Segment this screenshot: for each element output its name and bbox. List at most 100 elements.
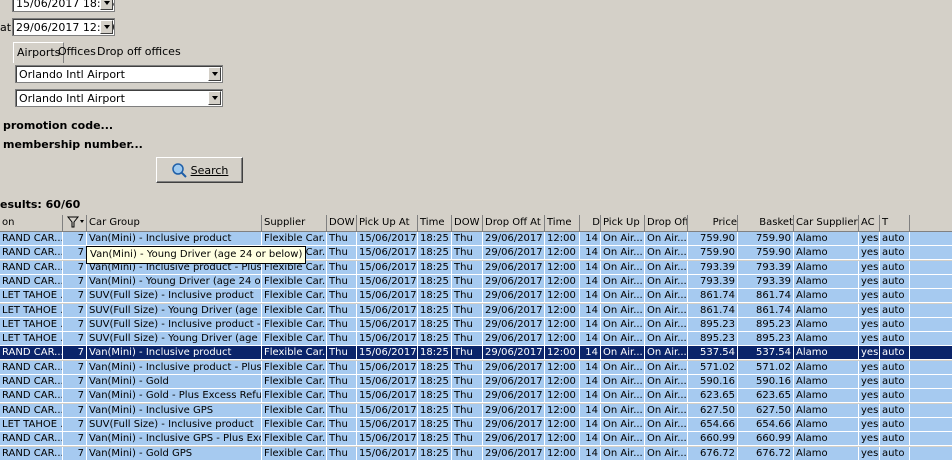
cell-col-pickup-time: 18:25 [418,332,452,346]
cell-col-transmission: auto [880,303,910,317]
table-row[interactable]: LET TAHOE ...7SUV(Full Size) - Young Dri… [0,303,952,318]
header-col-pickup-at[interactable]: Pick Up At [357,215,418,231]
header-col-car-group[interactable]: Car Group [87,215,262,231]
cell-col-ac: yes [861,274,880,288]
table-row[interactable]: RAND CAR... 7 Van(Mini) - Gold GPS Flexible… [0,446,952,461]
dropoff-datetime-field[interactable]: 29/06/2017 12:00 [12,18,115,36]
pickup-location-select[interactable]: Orlando Intl Airport [15,65,223,83]
table-row[interactable]: RAND CAR... 7 Van(Mini) - Inclusive GPS - … [0,432,952,447]
header-col-car-supplier[interactable]: Car Supplier [794,215,859,231]
cell-col-pickup-time: 18:25 [418,346,452,360]
pickup-datetime-field[interactable]: 15/06/2017 18:25 [12,0,115,12]
header-col-dropoff-time[interactable]: Time [545,215,580,231]
header-col-basket[interactable]: Basket [738,215,794,231]
cell-col-transmission: auto [880,274,910,288]
chevron-down-icon[interactable] [208,67,221,81]
cell-col-supplier: Flexible Car... [264,403,327,417]
cell-col-car-supplier: Alamo [794,446,859,460]
cell-col-dropoff: On Air... [647,332,688,346]
header-col-dropoff[interactable]: Drop Off [645,215,688,231]
table-row[interactable]: LET TAHOE ...7SUV(Full Size) - Inclusive… [0,317,952,332]
table-row[interactable]: RAND CAR... 7 Van(Mini) - Gold - Plus Exce… [0,389,952,404]
tab-offices[interactable]: Offices [55,42,99,62]
header-col-transmission[interactable]: T [880,215,910,231]
cell-col-pickup-dow: Thu [327,446,357,460]
header-col-dropoff-at[interactable]: Drop Off At [483,215,545,231]
cell-col-transmission: auto [880,403,910,417]
cell-col-dropoff-at: 29/06/2017 [483,417,545,431]
header-col-days[interactable]: D [580,215,601,231]
header-col-pickup-dow[interactable]: DOW [327,215,357,231]
table-row[interactable]: RAND CAR... 7 Van(Mini) - Inclusive produc… [0,346,952,361]
chevron-down-icon[interactable] [100,20,113,34]
cell-col-pickup-at: 15/06/2017 [359,389,418,403]
dropoff-location-select[interactable]: Orlando Intl Airport [15,89,223,107]
cell-col-transmission: auto [880,246,910,260]
table-row[interactable]: LET TAHOE ...7SUV(Full Size) - Inclusive… [0,289,952,304]
cell-col-pickup: On Air... [601,260,645,274]
header-col-dropoff-dow[interactable]: DOW [452,215,483,231]
cell-col-basket: 861.74 [738,303,794,317]
chevron-down-icon[interactable] [100,0,113,10]
search-button[interactable]: Search [156,157,243,183]
filter-icon[interactable] [63,215,87,231]
cell-col-pickup-dow: Thu [327,303,357,317]
cell-col-pickup-at: 15/06/2017 [359,274,418,288]
cell-col-dropoff-time: 12:00 [545,432,580,446]
cell-col-basket: 537.54 [738,346,794,360]
cell-col-location: RAND CAR... [2,232,63,245]
cell-col-pickup-time: 18:25 [418,260,452,274]
cell-col-pickup-dow: Thu [327,246,357,260]
cell-col-location: LET TAHOE ... [0,332,63,346]
cell-col-price: 571.02 [688,360,738,374]
header-col-supplier[interactable]: Supplier [262,215,327,231]
cell-col-pickup: On Air... [601,303,645,317]
tab-dropoff-offices[interactable]: Drop off offices [94,42,184,62]
table-row[interactable]: RAND CAR... 7 Van(Mini) - Gold Flexible Car… [0,375,952,389]
cell-col-location: RAND CAR... [2,274,63,288]
table-row[interactable]: RAND CAR... 7 Van(Mini) - Inclusive GPS Fle… [0,403,952,418]
cell-col-ac: yes [861,417,880,431]
cell-col-ac: yes [861,346,880,360]
cell-col-location: RAND CAR... [2,260,63,274]
cell-col-pickup-dow: Thu [327,260,357,274]
header-col-location[interactable]: on [0,215,63,231]
cell-col-location: RAND CAR... [2,246,63,260]
cell-col-dropoff-time: 12:00 [545,303,580,317]
table-row[interactable]: RAND CAR... 7 Van(Mini) - Inclusive produc… [0,360,952,375]
table-row[interactable]: LET TAHOE ...7SUV(Full Size) - Young Dri… [0,332,952,347]
promotion-code-link[interactable]: promotion code... [3,119,113,132]
table-row[interactable]: RAND CAR... 7 Van(Mini) - Inclusive produc… [0,232,952,246]
cell-col-basket: 759.90 [738,246,794,260]
search-icon [171,163,187,178]
cell-col-price: 793.39 [688,260,738,274]
cell-col-supplier: Flexible Car... [264,232,327,245]
cell-col-pickup: On Air... [601,389,645,403]
cell-col-pickup-dow: Thu [327,332,357,346]
cell-col-ac: yes [861,389,880,403]
cell-col-car-group: Van(Mini) - Gold GPS [87,446,262,460]
table-row[interactable]: LET TAHOE ...7SUV(Full Size) - Inclusive… [0,417,952,432]
cell-col-car-supplier: Alamo [794,375,859,388]
header-col-ac[interactable]: AC [859,215,880,231]
cell-col-transmission: auto [880,260,910,274]
header-col-price[interactable]: Price [688,215,738,231]
cell-col-days: 14 [580,389,601,403]
table-row[interactable]: RAND CAR...7Van(Mini) - Young Driver (ag… [0,274,952,289]
cell-col-transmission: auto [880,417,910,431]
chevron-down-icon[interactable] [208,91,221,105]
cell-col-price: 861.74 [688,303,738,317]
cell-col-filter: 7 [63,274,87,288]
cell-col-pickup-dow: Thu [327,375,357,388]
header-col-pickup[interactable]: Pick Up [601,215,645,231]
membership-number-link[interactable]: membership number... [3,138,143,151]
cell-col-days: 14 [580,375,601,388]
cell-col-pickup-time: 18:25 [418,432,452,446]
cell-col-car-supplier: Alamo [794,389,859,403]
cell-col-transmission: auto [880,389,910,403]
header-col-pickup-time[interactable]: Time [418,215,452,231]
cell-col-pickup-time: 18:25 [418,317,452,331]
cell-col-car-group: Van(Mini) - Inclusive product - Plus Ex.… [89,360,262,374]
cell-col-location: RAND CAR... [2,360,63,374]
cell-col-basket: 654.66 [738,417,794,431]
